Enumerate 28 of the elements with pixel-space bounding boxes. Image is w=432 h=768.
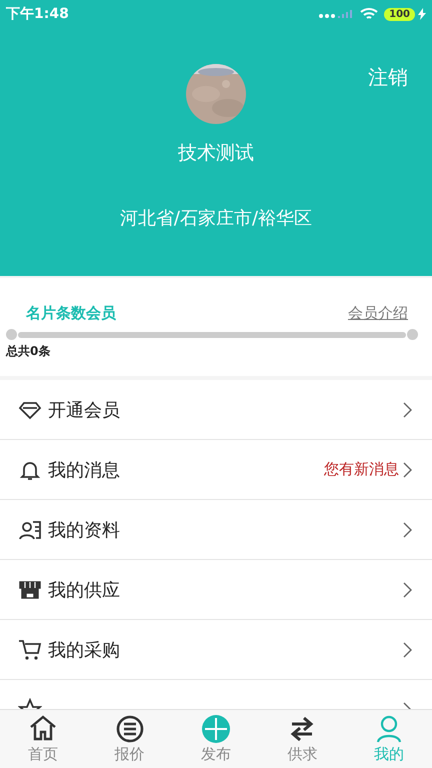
chevron-right-icon (403, 582, 412, 598)
progress-end-dot (407, 329, 418, 340)
wifi-icon (360, 7, 378, 21)
new-message-note: 您有新消息 (324, 460, 399, 479)
signal-icon (318, 9, 352, 19)
chevron-right-icon (403, 462, 412, 478)
member-intro-link[interactable]: 会员介绍 (348, 304, 408, 323)
user-region: 河北省/石家庄市/裕华区 (120, 207, 312, 230)
tab[interactable]: 发布 (172, 710, 260, 768)
charging-icon (418, 8, 426, 20)
status-time: 下午1:48 (6, 5, 70, 23)
plus-icon (202, 714, 230, 742)
battery-level: 100 (384, 8, 415, 20)
chevron-right-icon (403, 642, 412, 658)
tab[interactable]: 报价 (86, 710, 173, 768)
tab[interactable]: 首页 (0, 710, 86, 768)
chevron-right-icon (403, 402, 412, 418)
list-icon (116, 714, 144, 742)
user-name: 技术测试 (178, 141, 254, 166)
person-icon (374, 714, 403, 742)
home-icon (29, 714, 58, 742)
membership-title: 名片条数会员 (26, 304, 116, 323)
total-count: 总共0条 (6, 343, 52, 360)
cart-icon (18, 638, 42, 662)
tab[interactable]: 供求 (259, 710, 346, 768)
chevron-right-icon (403, 522, 412, 538)
logout-button[interactable]: 注销 (368, 64, 408, 91)
progress-start-dot (6, 329, 17, 340)
